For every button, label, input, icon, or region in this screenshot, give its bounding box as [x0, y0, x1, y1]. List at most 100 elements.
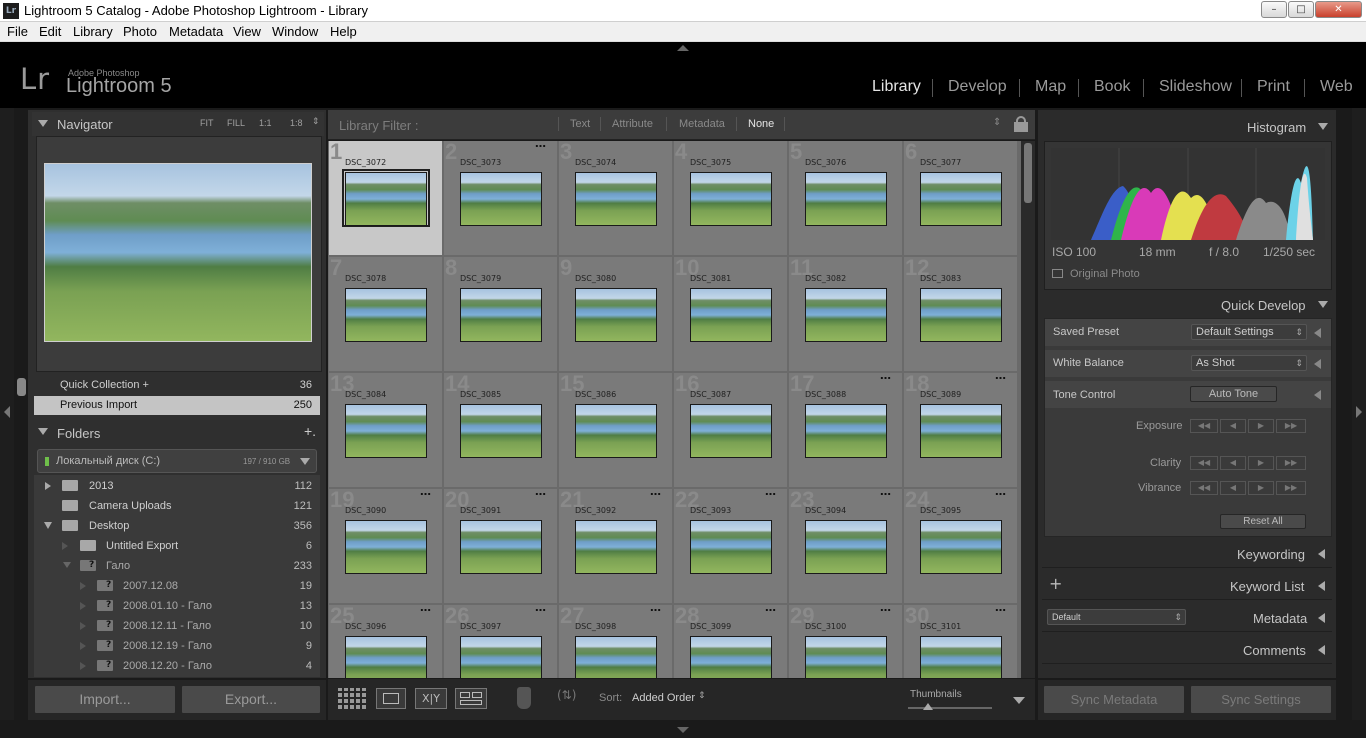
- original-photo-checkbox[interactable]: [1052, 269, 1063, 278]
- sort-stepper-icon[interactable]: ⇕: [698, 691, 706, 701]
- saved-preset-select[interactable]: Default Settings ⇕: [1191, 324, 1307, 340]
- more-options-icon[interactable]: …: [880, 601, 892, 614]
- minimize-icon[interactable]: –: [1261, 1, 1287, 18]
- left-panel-toggle-icon[interactable]: [4, 406, 10, 418]
- comments-header[interactable]: Comments: [1042, 636, 1332, 664]
- histogram-graph[interactable]: [1051, 148, 1325, 240]
- right-panel-toggle-icon[interactable]: [1356, 406, 1362, 418]
- zoom-1-8[interactable]: 1:8: [290, 118, 303, 128]
- loupe-view-icon[interactable]: [376, 688, 406, 709]
- export-button[interactable]: Export...: [181, 685, 321, 714]
- folder-row[interactable]: Untitled Export 6: [34, 536, 320, 556]
- thumbnail-image[interactable]: [460, 172, 542, 226]
- grid-scrollbar[interactable]: [1021, 141, 1035, 678]
- add-keyword-icon[interactable]: +: [1049, 574, 1062, 593]
- expand-triangle-icon[interactable]: [1318, 645, 1325, 655]
- thumbnail-image[interactable]: [345, 288, 427, 342]
- sort-value[interactable]: Added Order: [632, 692, 695, 704]
- expand-triangle-icon[interactable]: [1314, 328, 1321, 338]
- zoom-fit[interactable]: FIT: [200, 118, 214, 128]
- vibrance-large-increase[interactable]: ▶▶: [1276, 481, 1306, 495]
- histogram-header[interactable]: Histogram: [1042, 112, 1332, 140]
- module-develop[interactable]: Develop: [948, 78, 1007, 96]
- thumbnail-image[interactable]: [345, 636, 427, 678]
- collapse-triangle-icon[interactable]: [44, 522, 52, 529]
- thumbnail-image[interactable]: [690, 520, 772, 574]
- quick-collection-row[interactable]: Quick Collection + 36: [34, 378, 320, 394]
- module-map[interactable]: Map: [1035, 78, 1066, 96]
- collapse-triangle-icon[interactable]: [63, 562, 71, 568]
- more-options-icon[interactable]: …: [420, 485, 432, 498]
- more-options-icon[interactable]: …: [535, 485, 547, 498]
- grid-cell[interactable]: 20 DSC_3091…: [444, 485, 558, 604]
- expand-triangle-icon[interactable]: [45, 482, 51, 490]
- thumbnail-image[interactable]: [575, 636, 657, 678]
- grid-cell[interactable]: 18 DSC_3089…: [904, 369, 1018, 488]
- grid-cell[interactable]: 6 DSC_3077: [904, 141, 1018, 256]
- compare-view-icon[interactable]: X|Y: [415, 688, 447, 709]
- thumbnail-image[interactable]: [345, 404, 427, 458]
- module-web[interactable]: Web: [1320, 78, 1353, 96]
- expand-triangle-icon[interactable]: [80, 642, 86, 650]
- grid-cell[interactable]: 21 DSC_3092…: [559, 485, 673, 604]
- folder-row[interactable]: Camera Uploads 121: [34, 496, 320, 516]
- folder-row[interactable]: ? 2008.12.20 - Гало 4: [34, 656, 320, 676]
- thumbnail-image[interactable]: [920, 404, 1002, 458]
- folders-header[interactable]: Folders +.: [32, 420, 324, 444]
- menu-view[interactable]: View: [233, 24, 261, 39]
- menu-photo[interactable]: Photo: [123, 24, 157, 39]
- collapse-triangle-icon[interactable]: [1318, 301, 1328, 308]
- filter-preset-stepper-icon[interactable]: ⇕: [993, 117, 1001, 128]
- thumbnail-image[interactable]: [575, 404, 657, 458]
- thumbnail-image[interactable]: [920, 520, 1002, 574]
- thumbnail-image[interactable]: [805, 288, 887, 342]
- thumbnail-image[interactable]: [920, 288, 1002, 342]
- grid-cell[interactable]: 30 DSC_3101…: [904, 601, 1018, 678]
- more-options-icon[interactable]: …: [995, 485, 1007, 498]
- menu-file[interactable]: File: [7, 24, 28, 39]
- top-panel-toggle-icon[interactable]: [677, 45, 689, 51]
- thumbnail-image[interactable]: [575, 172, 657, 226]
- exposure-increase[interactable]: ▶: [1248, 419, 1274, 433]
- grid-cell[interactable]: 2 DSC_3073…: [444, 141, 558, 256]
- thumbnail-image[interactable]: [690, 404, 772, 458]
- more-options-icon[interactable]: …: [535, 601, 547, 614]
- collapse-triangle-icon[interactable]: [1318, 123, 1328, 130]
- thumbnail-size-slider-handle[interactable]: [923, 703, 933, 710]
- grid-cell[interactable]: 12 DSC_3083: [904, 255, 1018, 372]
- grid-cell[interactable]: 8 DSC_3079: [444, 255, 558, 372]
- thumbnail-image[interactable]: [690, 636, 772, 678]
- filter-attribute[interactable]: Attribute: [612, 118, 653, 130]
- grid-cell[interactable]: 9 DSC_3080: [559, 255, 673, 372]
- menu-library[interactable]: Library: [73, 24, 113, 39]
- metadata-preset-select[interactable]: Default ⇕: [1047, 609, 1186, 625]
- more-options-icon[interactable]: …: [995, 601, 1007, 614]
- folder-row[interactable]: ? 2007.12.08 19: [34, 576, 320, 596]
- white-balance-select[interactable]: As Shot ⇕: [1191, 355, 1307, 371]
- vibrance-increase[interactable]: ▶: [1248, 481, 1274, 495]
- clarity-decrease[interactable]: ◀: [1220, 456, 1246, 470]
- vibrance-decrease[interactable]: ◀: [1220, 481, 1246, 495]
- more-options-icon[interactable]: …: [650, 485, 662, 498]
- exposure-decrease[interactable]: ◀: [1220, 419, 1246, 433]
- grid-cell[interactable]: 15 DSC_3086: [559, 371, 673, 488]
- zoom-fill[interactable]: FILL: [227, 118, 245, 128]
- expand-triangle-icon[interactable]: [1314, 390, 1321, 400]
- module-print[interactable]: Print: [1257, 78, 1290, 96]
- exposure-large-decrease[interactable]: ◀◀: [1190, 419, 1218, 433]
- grid-cell[interactable]: 7 DSC_3078: [329, 255, 443, 372]
- exposure-large-increase[interactable]: ▶▶: [1276, 419, 1306, 433]
- expand-triangle-icon[interactable]: [80, 602, 86, 610]
- reset-all-button[interactable]: Reset All: [1220, 514, 1306, 529]
- sort-direction-icon[interactable]: (⇅): [557, 688, 576, 702]
- expand-triangle-icon[interactable]: [62, 542, 68, 550]
- filter-none[interactable]: None: [748, 118, 774, 130]
- filmstrip-toggle-icon[interactable]: [677, 727, 689, 733]
- grid-cell[interactable]: 29 DSC_3100…: [789, 601, 903, 678]
- folder-row[interactable]: 2013 112: [34, 476, 320, 496]
- toolbar-menu-icon[interactable]: [1013, 697, 1025, 704]
- expand-triangle-icon[interactable]: [80, 622, 86, 630]
- menu-edit[interactable]: Edit: [39, 24, 61, 39]
- grid-cell[interactable]: 14 DSC_3085: [444, 371, 558, 488]
- thumbnail-image[interactable]: [805, 636, 887, 678]
